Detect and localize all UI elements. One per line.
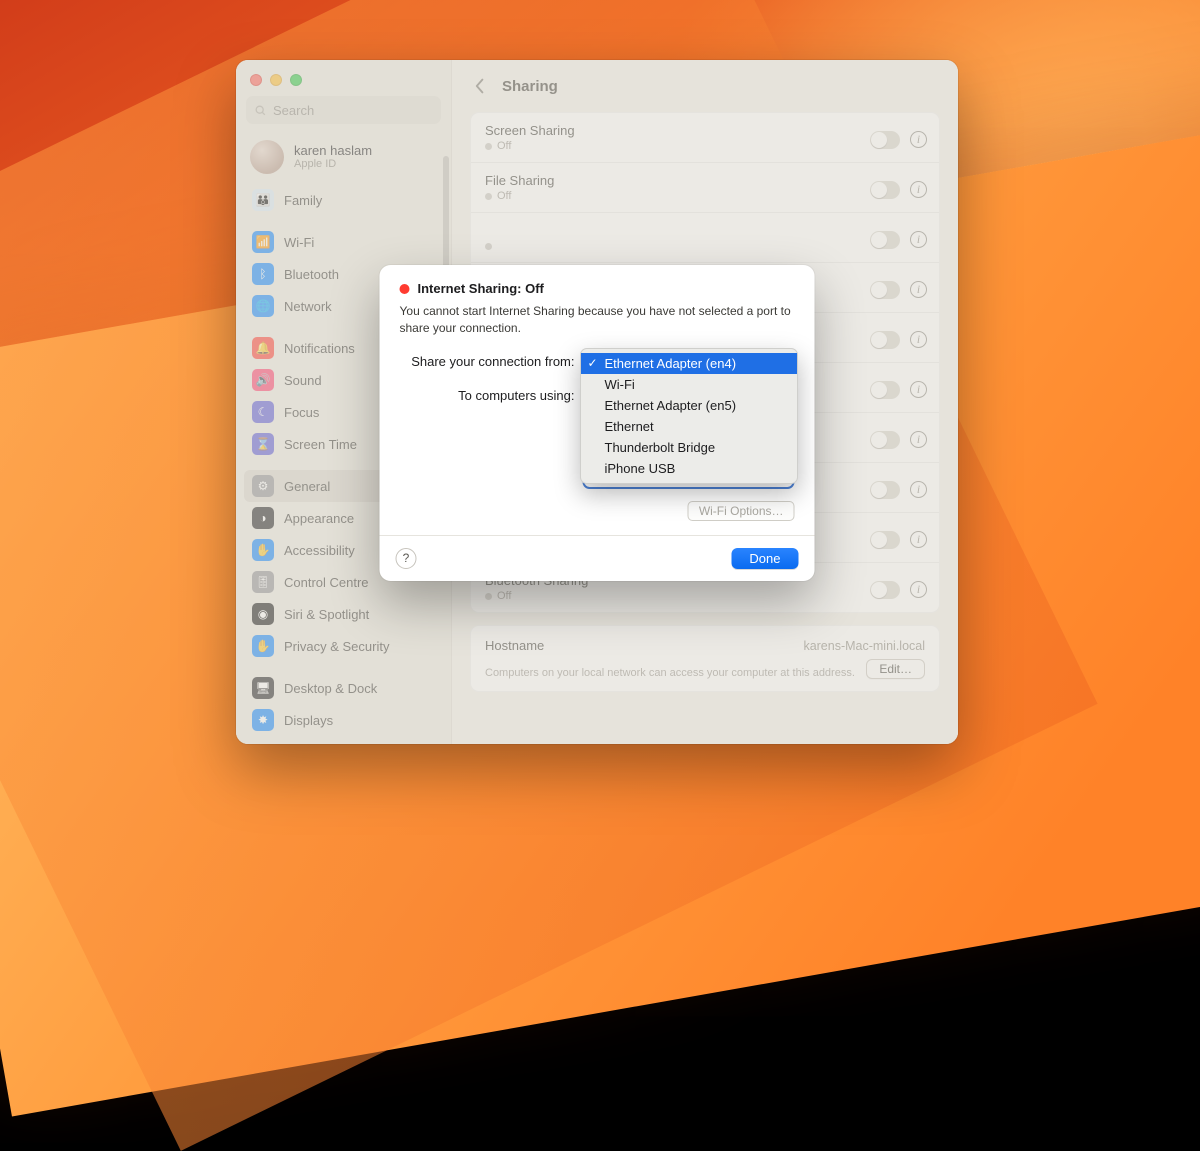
dropdown-option-label: Thunderbolt Bridge <box>605 440 716 455</box>
check-icon: ✓ <box>588 356 598 370</box>
system-settings-window: Search karen haslam Apple ID 👪Family📶Wi-… <box>236 60 958 744</box>
done-button[interactable]: Done <box>731 548 798 569</box>
sheet-title: Internet Sharing: Off <box>418 281 544 296</box>
help-button[interactable]: ? <box>396 548 417 569</box>
dropdown-option-label: Ethernet <box>605 419 654 434</box>
dropdown-option[interactable]: ✓ Ethernet Adapter (en4) <box>581 353 797 374</box>
to-computers-label: To computers using: <box>400 385 575 403</box>
dropdown-option-label: iPhone USB <box>605 461 676 476</box>
dropdown-option-label: Wi-Fi <box>605 377 635 392</box>
dropdown-option[interactable]: iPhone USB <box>581 458 797 479</box>
share-from-label: Share your connection from: <box>400 351 575 369</box>
dropdown-option-label: Ethernet Adapter (en5) <box>605 398 737 413</box>
share-from-dropdown[interactable]: ✓ Ethernet Adapter (en4) Wi-Fi Ethernet Ada… <box>580 348 798 484</box>
dropdown-option[interactable]: Ethernet Adapter (en5) <box>581 395 797 416</box>
status-indicator-icon <box>400 284 410 294</box>
dropdown-option[interactable]: Wi-Fi <box>581 374 797 395</box>
dropdown-option[interactable]: Thunderbolt Bridge <box>581 437 797 458</box>
wifi-options-button[interactable]: Wi-Fi Options… <box>688 501 795 521</box>
sheet-description: You cannot start Internet Sharing becaus… <box>400 296 795 347</box>
dropdown-option[interactable]: Ethernet <box>581 416 797 437</box>
dropdown-option-label: Ethernet Adapter (en4) <box>605 356 737 371</box>
